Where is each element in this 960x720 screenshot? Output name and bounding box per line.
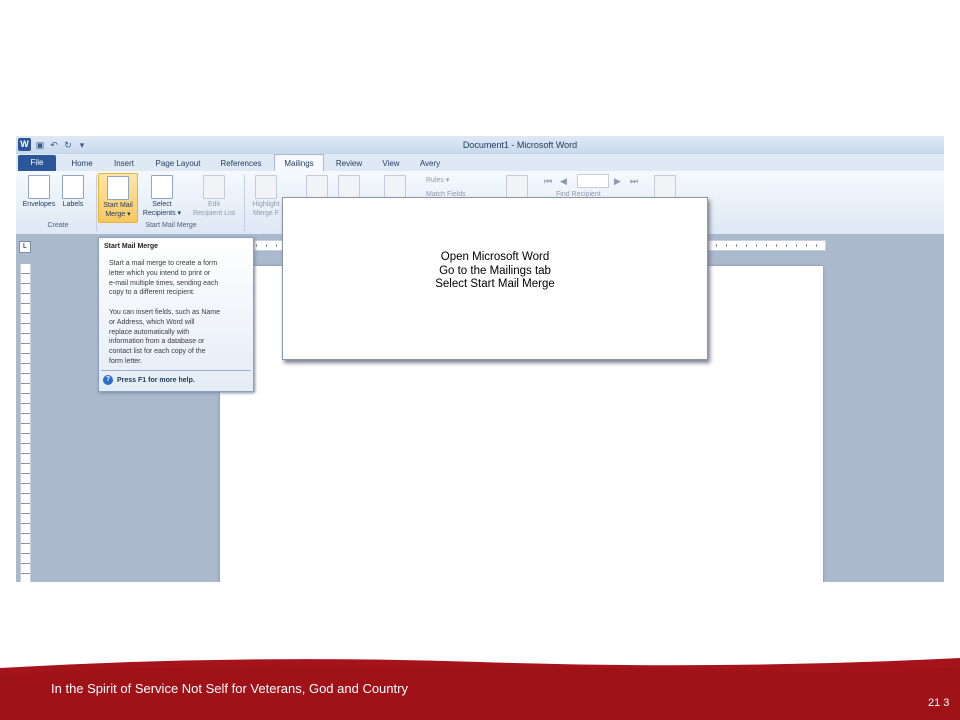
start-mail-merge-label-1: Start Mail	[103, 202, 133, 209]
address-block-icon	[306, 175, 328, 199]
start-mail-merge-icon	[107, 176, 129, 200]
tooltip-help: ? Press F1 for more help.	[103, 375, 195, 385]
title-bar: W ▣ ↶ ↻ ▾ Document1 - Microsoft Word	[16, 136, 944, 154]
ribbon-tab-bar: File Home Insert Page Layout References …	[16, 154, 944, 172]
finish-merge-icon	[654, 175, 676, 199]
help-icon: ?	[103, 375, 113, 385]
next-record-icon[interactable]: ▶	[614, 176, 621, 187]
callout-line-1: Open Microsoft Word	[440, 251, 550, 263]
labels-icon	[62, 175, 84, 199]
first-record-icon[interactable]: ⏮	[544, 176, 552, 187]
last-record-icon[interactable]: ⏭	[630, 176, 638, 187]
tab-page-layout[interactable]: Page Layout	[150, 156, 206, 171]
record-number-field[interactable]	[577, 174, 609, 188]
edit-recipient-list-icon	[203, 175, 225, 199]
callout-text: Open Microsoft Word Go to the Mailings t…	[283, 251, 707, 292]
tooltip-title: Start Mail Merge	[104, 243, 159, 250]
insert-merge-field-icon	[384, 175, 406, 199]
highlight-merge-fields-icon	[255, 175, 277, 199]
labels-label: Labels	[62, 201, 84, 208]
group-separator	[96, 175, 97, 231]
highlight-merge-fields-button[interactable]: Highlight Merge F	[246, 173, 286, 221]
tab-view[interactable]: View	[376, 156, 406, 171]
group-separator	[244, 175, 245, 231]
highlight-merge-fields-label-2: Merge F	[252, 210, 280, 217]
select-recipients-label-1: Select	[152, 201, 172, 208]
group-label-start-mail-merge: Start Mail Merge	[145, 222, 197, 229]
start-mail-merge-label-2: Merge ▾	[105, 211, 131, 218]
highlight-merge-fields-label-1: Highlight	[252, 201, 280, 208]
tab-selector[interactable]: L	[19, 241, 31, 253]
rules-button[interactable]: Rules ▾	[426, 176, 449, 184]
envelope-icon	[28, 175, 50, 199]
tooltip-help-text: Press F1 for more help.	[117, 376, 195, 384]
tab-references[interactable]: References	[214, 156, 268, 171]
start-mail-merge-tooltip: Start Mail Merge Start a mail merge to c…	[98, 237, 254, 392]
preview-results-icon	[506, 175, 528, 199]
footer-motto: In the Spirit of Service Not Self for Ve…	[51, 681, 408, 696]
previous-record-icon[interactable]: ◀	[560, 176, 567, 187]
envelopes-label: Envelopes	[22, 201, 56, 208]
slide-number: 21 3	[928, 697, 950, 709]
labels-button[interactable]: Labels	[58, 173, 88, 221]
select-recipients-icon	[151, 175, 173, 199]
tab-file[interactable]: File	[18, 155, 56, 171]
tab-avery[interactable]: Avery	[414, 156, 446, 171]
edit-recipient-list-label-1: Edit	[207, 201, 221, 208]
envelopes-button[interactable]: Envelopes	[20, 173, 58, 221]
callout-line-3: Select Start Mail Merge	[435, 278, 555, 290]
vertical-ruler	[20, 264, 31, 582]
tooltip-body: Start a mail merge to create a form lett…	[109, 260, 221, 365]
tab-mailings[interactable]: Mailings	[274, 154, 324, 172]
instruction-callout: Open Microsoft Word Go to the Mailings t…	[282, 197, 708, 360]
callout-line-2: Go to the Mailings tab	[439, 264, 551, 277]
tab-home[interactable]: Home	[64, 156, 100, 171]
select-recipients-label-2: Recipients ▾	[142, 210, 182, 217]
tab-review[interactable]: Review	[330, 156, 368, 171]
edit-recipient-list-label-2: Recipient List	[192, 210, 236, 217]
tab-insert[interactable]: Insert	[106, 156, 142, 171]
group-label-create: Create	[47, 222, 69, 229]
start-mail-merge-button[interactable]: Start Mail Merge ▾	[98, 173, 138, 223]
edit-recipient-list-button[interactable]: Edit Recipient List	[186, 173, 242, 221]
tooltip-divider	[101, 370, 251, 371]
select-recipients-button[interactable]: Select Recipients ▾	[140, 173, 184, 221]
window-title: Document1 - Microsoft Word	[462, 140, 578, 150]
greeting-line-icon	[338, 175, 360, 199]
